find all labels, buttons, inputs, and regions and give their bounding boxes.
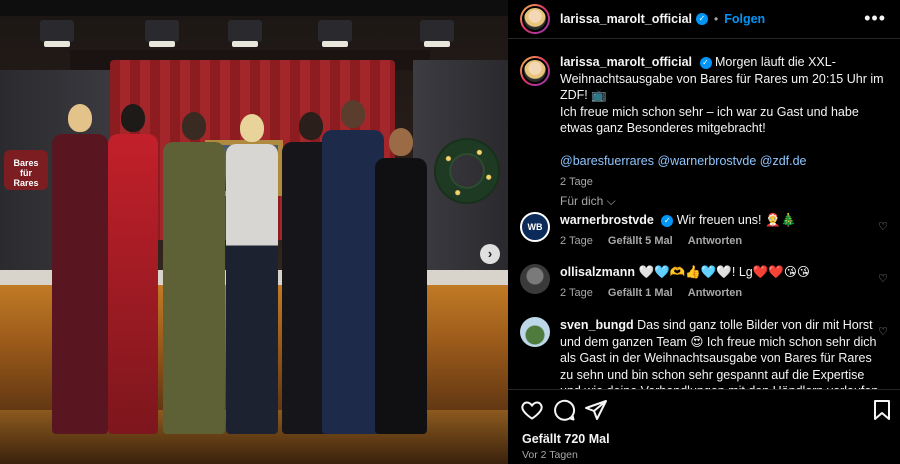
verified-badge-icon: ✓ — [699, 56, 712, 69]
comments-scroll-area[interactable]: larissa_marolt_official ✓ Morgen läuft d… — [508, 39, 900, 389]
reply-button[interactable]: Antworten — [688, 235, 742, 247]
comment-text: 🤍🩵🫶👍🩵🤍! Lg❤️❤️😘😘 — [638, 265, 810, 279]
comment-time: 2 Tage — [560, 286, 593, 299]
post-side-panel: larissa_marolt_official ✓ • Folgen ••• l… — [508, 0, 900, 464]
reply-button[interactable]: Antworten — [688, 287, 742, 299]
person — [375, 128, 427, 434]
post-caption: larissa_marolt_official ✓ Morgen läuft d… — [520, 54, 888, 190]
post-actions — [508, 390, 900, 430]
comment-like-heart-icon[interactable]: ♡ — [878, 220, 888, 233]
comment-likes[interactable]: Gefällt 5 Mal — [608, 235, 673, 247]
more-options-icon[interactable]: ••• — [864, 8, 886, 29]
person — [163, 112, 225, 434]
post-header: larissa_marolt_official ✓ • Folgen ••• — [508, 0, 900, 38]
comment: ollisalzmann 🤍🩵🫶👍🩵🤍! Lg❤️❤️😘😘 2 Tage Gef… — [520, 264, 888, 301]
commenter-avatar[interactable]: WB — [520, 212, 550, 242]
author-username[interactable]: larissa_marolt_official — [560, 12, 692, 26]
studio-lamp — [228, 20, 262, 47]
caption-text-2: Ich freue mich schon sehr – ich war zu G… — [560, 104, 859, 136]
bookmark-save-icon[interactable] — [870, 398, 894, 422]
like-heart-icon[interactable] — [520, 398, 544, 422]
author-avatar[interactable] — [520, 4, 550, 34]
follow-button[interactable]: Folgen — [724, 12, 765, 26]
next-image-button[interactable]: › — [480, 244, 500, 264]
show-logo: Bares für Rares — [4, 150, 48, 190]
studio-lamp — [420, 20, 454, 47]
studio-lamp — [318, 20, 352, 47]
comment: WB warnerbrostvde ✓ Wir freuen uns! 🤶🎄 2… — [520, 212, 888, 249]
comment-like-heart-icon[interactable]: ♡ — [878, 325, 888, 338]
studio-lamp — [40, 20, 74, 47]
caption-mentions[interactable]: @baresfuerrares @warnerbrostvde @zdf.de — [560, 154, 807, 168]
comment-time: 2 Tage — [560, 234, 593, 247]
comment: sven_bungd Das sind ganz tolle Bilder vo… — [520, 317, 888, 389]
christmas-wreath — [436, 140, 498, 202]
caption-avatar[interactable] — [520, 56, 550, 86]
comment-username[interactable]: sven_bungd — [560, 318, 634, 332]
verified-badge-icon: ✓ — [661, 214, 674, 227]
comment-like-heart-icon[interactable]: ♡ — [878, 272, 888, 285]
separator: • — [714, 12, 719, 26]
comment-text: Wir freuen uns! 🤶🎄 — [676, 213, 797, 227]
caption-username[interactable]: larissa_marolt_official — [560, 55, 692, 69]
comment-bubble-icon[interactable] — [552, 398, 576, 422]
commenter-avatar[interactable] — [520, 317, 550, 347]
share-send-icon[interactable] — [584, 398, 608, 422]
like-count[interactable]: Gefällt 720 Mal — [522, 432, 610, 446]
verified-badge-icon: ✓ — [696, 13, 709, 25]
comment-username[interactable]: warnerbrostvde — [560, 213, 654, 227]
commenter-avatar[interactable] — [520, 264, 550, 294]
person — [226, 114, 278, 434]
comment-username[interactable]: ollisalzmann — [560, 265, 635, 279]
person — [52, 104, 108, 434]
caption-time: 2 Tage — [560, 175, 593, 188]
for-you-toggle[interactable]: Für dich ⌵ — [560, 194, 616, 209]
person — [108, 104, 158, 434]
comment-likes[interactable]: Gefällt 1 Mal — [608, 287, 673, 299]
lighting-rig — [0, 0, 508, 16]
studio-lamp — [145, 20, 179, 47]
post-photo[interactable]: Bares für Rares › — [0, 0, 508, 464]
post-date: Vor 2 Tagen — [522, 449, 578, 461]
